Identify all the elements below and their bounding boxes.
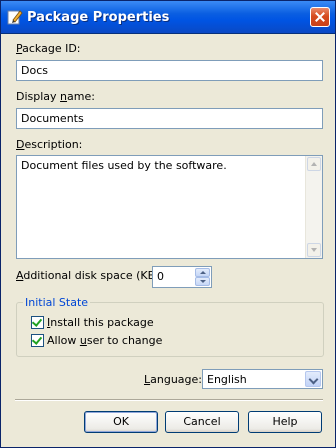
spin-down-icon — [200, 280, 206, 283]
ok-button[interactable]: OK — [84, 411, 158, 433]
language-label: Language: — [144, 373, 203, 386]
language-value: English — [207, 373, 247, 386]
separator — [15, 399, 323, 401]
install-package-checkbox[interactable] — [31, 316, 44, 329]
description-scrollbar[interactable] — [305, 156, 322, 258]
arrow-up-icon — [311, 162, 317, 166]
chevron-down-icon — [308, 374, 319, 385]
description-label: Description: — [16, 138, 83, 151]
edit-pencil-icon — [7, 9, 23, 25]
allow-user-change-checkbox[interactable] — [31, 334, 44, 347]
disk-space-label: Additional disk space (KB): — [16, 269, 164, 282]
language-dropdown-button[interactable] — [305, 371, 321, 387]
package-id-input[interactable]: Docs — [16, 60, 323, 81]
scroll-down-button[interactable] — [307, 243, 321, 257]
help-button[interactable]: Help — [248, 411, 322, 433]
initial-state-group — [16, 302, 324, 357]
spin-up-button[interactable] — [195, 268, 210, 277]
display-name-label: Display name: — [16, 90, 95, 103]
checkmark-icon — [31, 316, 43, 327]
language-select[interactable]: English — [202, 369, 323, 389]
package-properties-dialog: Package Properties Package ID: Docs Disp… — [0, 0, 336, 448]
description-textarea[interactable]: Document files used by the software. — [16, 155, 323, 259]
arrow-down-icon — [311, 248, 317, 252]
spin-down-button[interactable] — [195, 277, 210, 286]
title-bar[interactable]: Package Properties — [1, 1, 335, 34]
checkmark-icon — [31, 334, 43, 345]
description-text: Document files used by the software. — [21, 159, 227, 172]
package-id-label: Package ID: — [16, 42, 81, 55]
cancel-button[interactable]: Cancel — [165, 411, 239, 433]
disk-space-spinner[interactable]: 0 — [152, 266, 212, 288]
spin-up-icon — [200, 271, 206, 274]
disk-space-value[interactable]: 0 — [157, 270, 164, 283]
close-button[interactable] — [310, 7, 330, 27]
initial-state-legend: Initial State — [23, 296, 91, 309]
window-title: Package Properties — [27, 10, 170, 25]
scroll-up-button[interactable] — [307, 157, 321, 171]
install-package-label[interactable]: Install this package — [47, 316, 154, 329]
allow-user-change-label[interactable]: Allow user to change — [47, 334, 162, 347]
display-name-input[interactable]: Documents — [16, 108, 323, 129]
